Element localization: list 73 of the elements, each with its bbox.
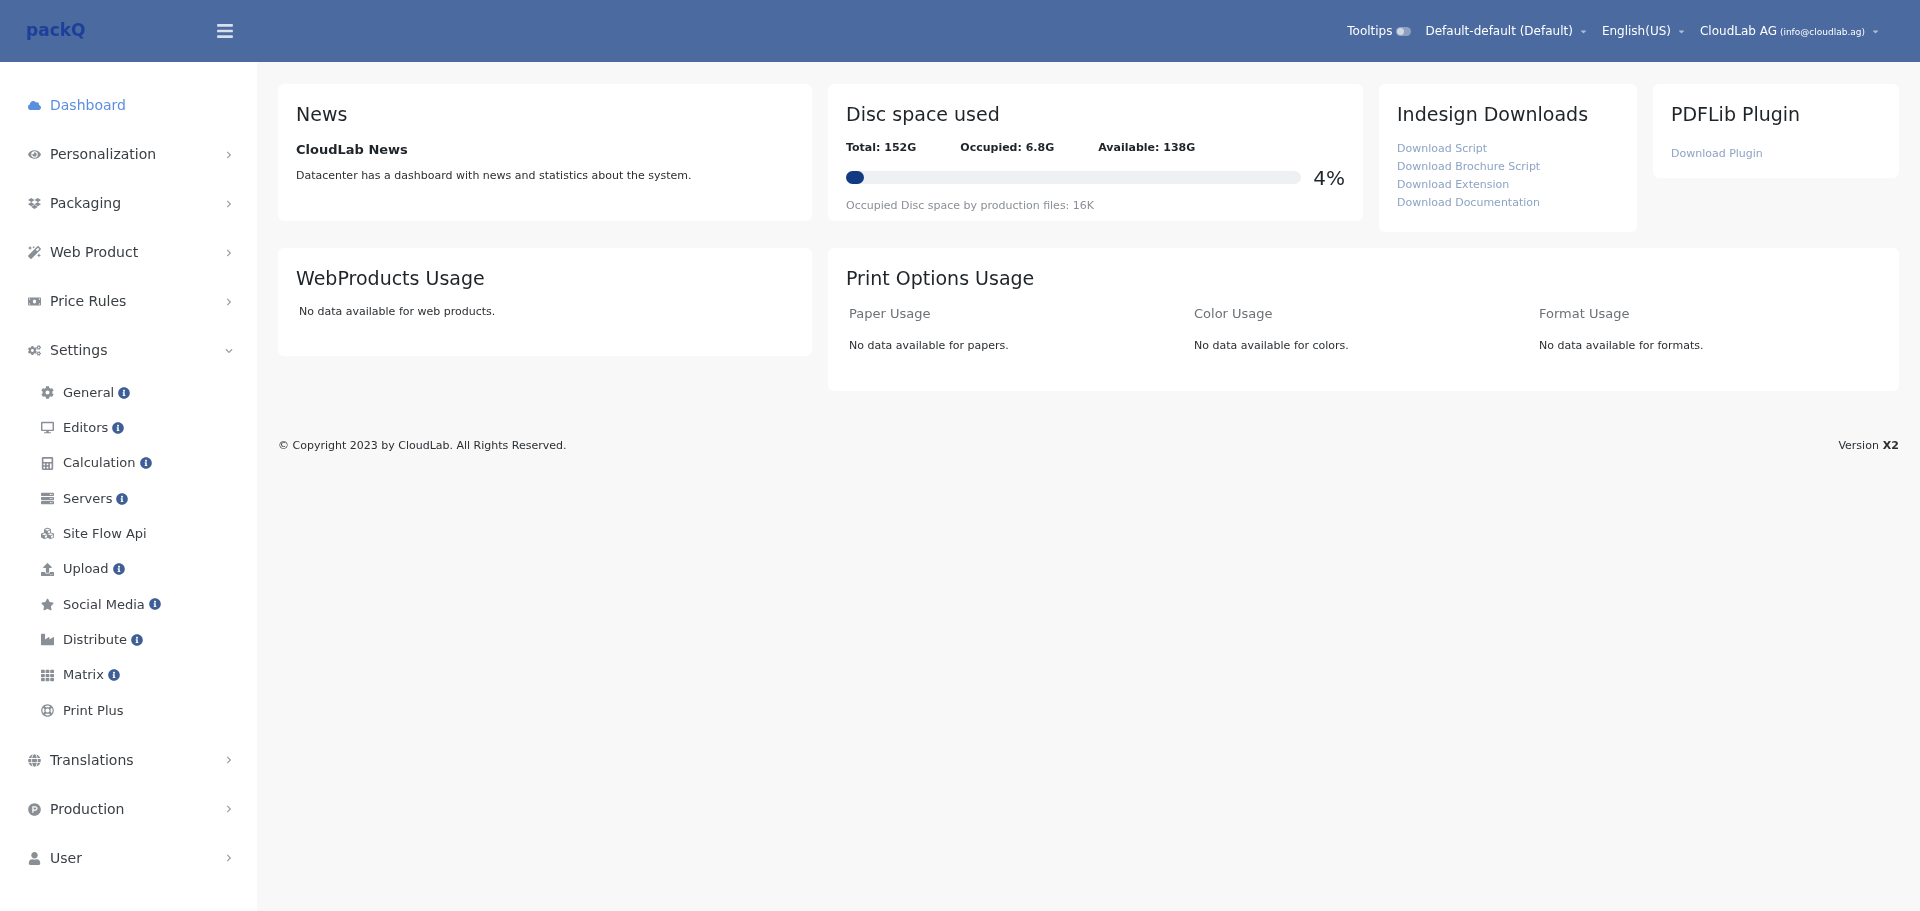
column-title: Color Usage — [1194, 305, 1274, 323]
sidebar-subitem[interactable]: Editors — [0, 410, 257, 446]
disc-stat: Available: 138G — [1098, 140, 1196, 156]
chevron-right-icon — [225, 248, 233, 257]
header-dropdown[interactable]: English(US) — [1601, 22, 1686, 40]
chevron-down-icon — [225, 346, 233, 355]
grid-icon — [41, 668, 54, 682]
card-title: Disc space used — [846, 102, 1001, 127]
sidebar-subitem[interactable]: Site Flow Api — [0, 516, 257, 552]
card-title: News — [296, 102, 349, 127]
sidebar-item[interactable]: Production — [0, 784, 257, 834]
chevron-right-icon — [225, 150, 233, 159]
news-text: Datacenter has a dashboard with news and statistics about the system. — [296, 167, 693, 184]
header-dropdown[interactable]: CloudLab AG (info@cloudlab.ag) — [1700, 22, 1880, 40]
empty-message: No data available for colors. — [1194, 337, 1350, 354]
card-title: Print Options Usage — [846, 266, 1036, 291]
chevron-right-icon — [225, 756, 233, 765]
cloud-icon — [28, 99, 41, 112]
cubes-icon — [41, 527, 54, 541]
card-title: PDFLib Plugin — [1671, 102, 1802, 127]
copyright-text: © Copyright 2023 by CloudLab. All Rights Reserved. — [278, 438, 567, 454]
sidebar-item[interactable]: Settings — [0, 326, 257, 375]
monitor-icon — [41, 421, 54, 435]
sidebar-subitem[interactable]: Upload — [0, 551, 257, 587]
empty-message: No data available for web products. — [298, 304, 497, 320]
globe-icon — [28, 753, 41, 767]
eye-icon — [28, 148, 41, 161]
news-heading: CloudLab News — [296, 141, 409, 159]
ring-icon — [41, 703, 54, 717]
chevron-right-icon — [225, 805, 233, 814]
banknote-icon — [28, 295, 41, 308]
sidebar-item[interactable]: User — [0, 833, 257, 883]
sidebar-subitem[interactable]: Social Media — [0, 586, 257, 623]
sidebar-item[interactable]: Web Product — [0, 228, 257, 277]
star-icon — [41, 597, 54, 611]
disc-stat: Occupied: 6.8G — [960, 140, 1055, 156]
gear-icon — [41, 386, 54, 400]
sidebar-subitem[interactable]: Distribute — [0, 622, 257, 658]
gears-icon — [28, 344, 41, 357]
chevron-right-icon — [225, 854, 233, 863]
calculator-icon — [41, 456, 54, 470]
chevron-right-icon — [225, 297, 233, 306]
column-title: Paper Usage — [849, 305, 932, 323]
header-dropdown[interactable]: Default-default (Default) — [1425, 22, 1588, 40]
sidebar-item[interactable]: Translations — [0, 735, 257, 785]
disc-stat: Total: 152G — [846, 140, 917, 156]
sidebar-subitem[interactable]: General — [0, 375, 257, 411]
sidebar-subitem[interactable]: Print Plus — [0, 692, 257, 728]
column-title: Format Usage — [1539, 305, 1631, 323]
card-title: WebProducts Usage — [296, 266, 486, 291]
version-number: X2 — [1882, 438, 1899, 454]
empty-message: No data available for papers. — [849, 337, 1010, 354]
user-icon — [28, 851, 41, 865]
server-icon — [41, 492, 54, 506]
percent-value: 4% — [1313, 164, 1345, 192]
tooltips-label: Tooltips — [1347, 23, 1393, 40]
factory-icon — [41, 633, 54, 647]
disc-note: Occupied Disc space by production files: 16K — [846, 197, 1096, 214]
version-label: Version — [1838, 438, 1879, 454]
card-title: Indesign Downloads — [1397, 102, 1590, 127]
wand-icon — [28, 246, 41, 259]
sidebar-item[interactable]: Packaging — [0, 179, 257, 228]
sidebar-item[interactable]: Personalization — [0, 130, 257, 179]
empty-message: No data available for formats. — [1539, 337, 1705, 354]
sidebar-subitem[interactable]: Servers — [0, 480, 257, 517]
chevron-right-icon — [225, 199, 233, 208]
upload-icon — [41, 562, 54, 576]
menu-icon[interactable] — [216, 22, 234, 40]
sidebar-item[interactable]: Price Rules — [0, 277, 257, 326]
sidebar-subitem[interactable]: Matrix — [0, 657, 257, 693]
box-icon — [28, 197, 41, 210]
tooltips-toggle[interactable] — [1396, 26, 1412, 36]
sidebar-subitem[interactable]: Calculation — [0, 445, 257, 481]
